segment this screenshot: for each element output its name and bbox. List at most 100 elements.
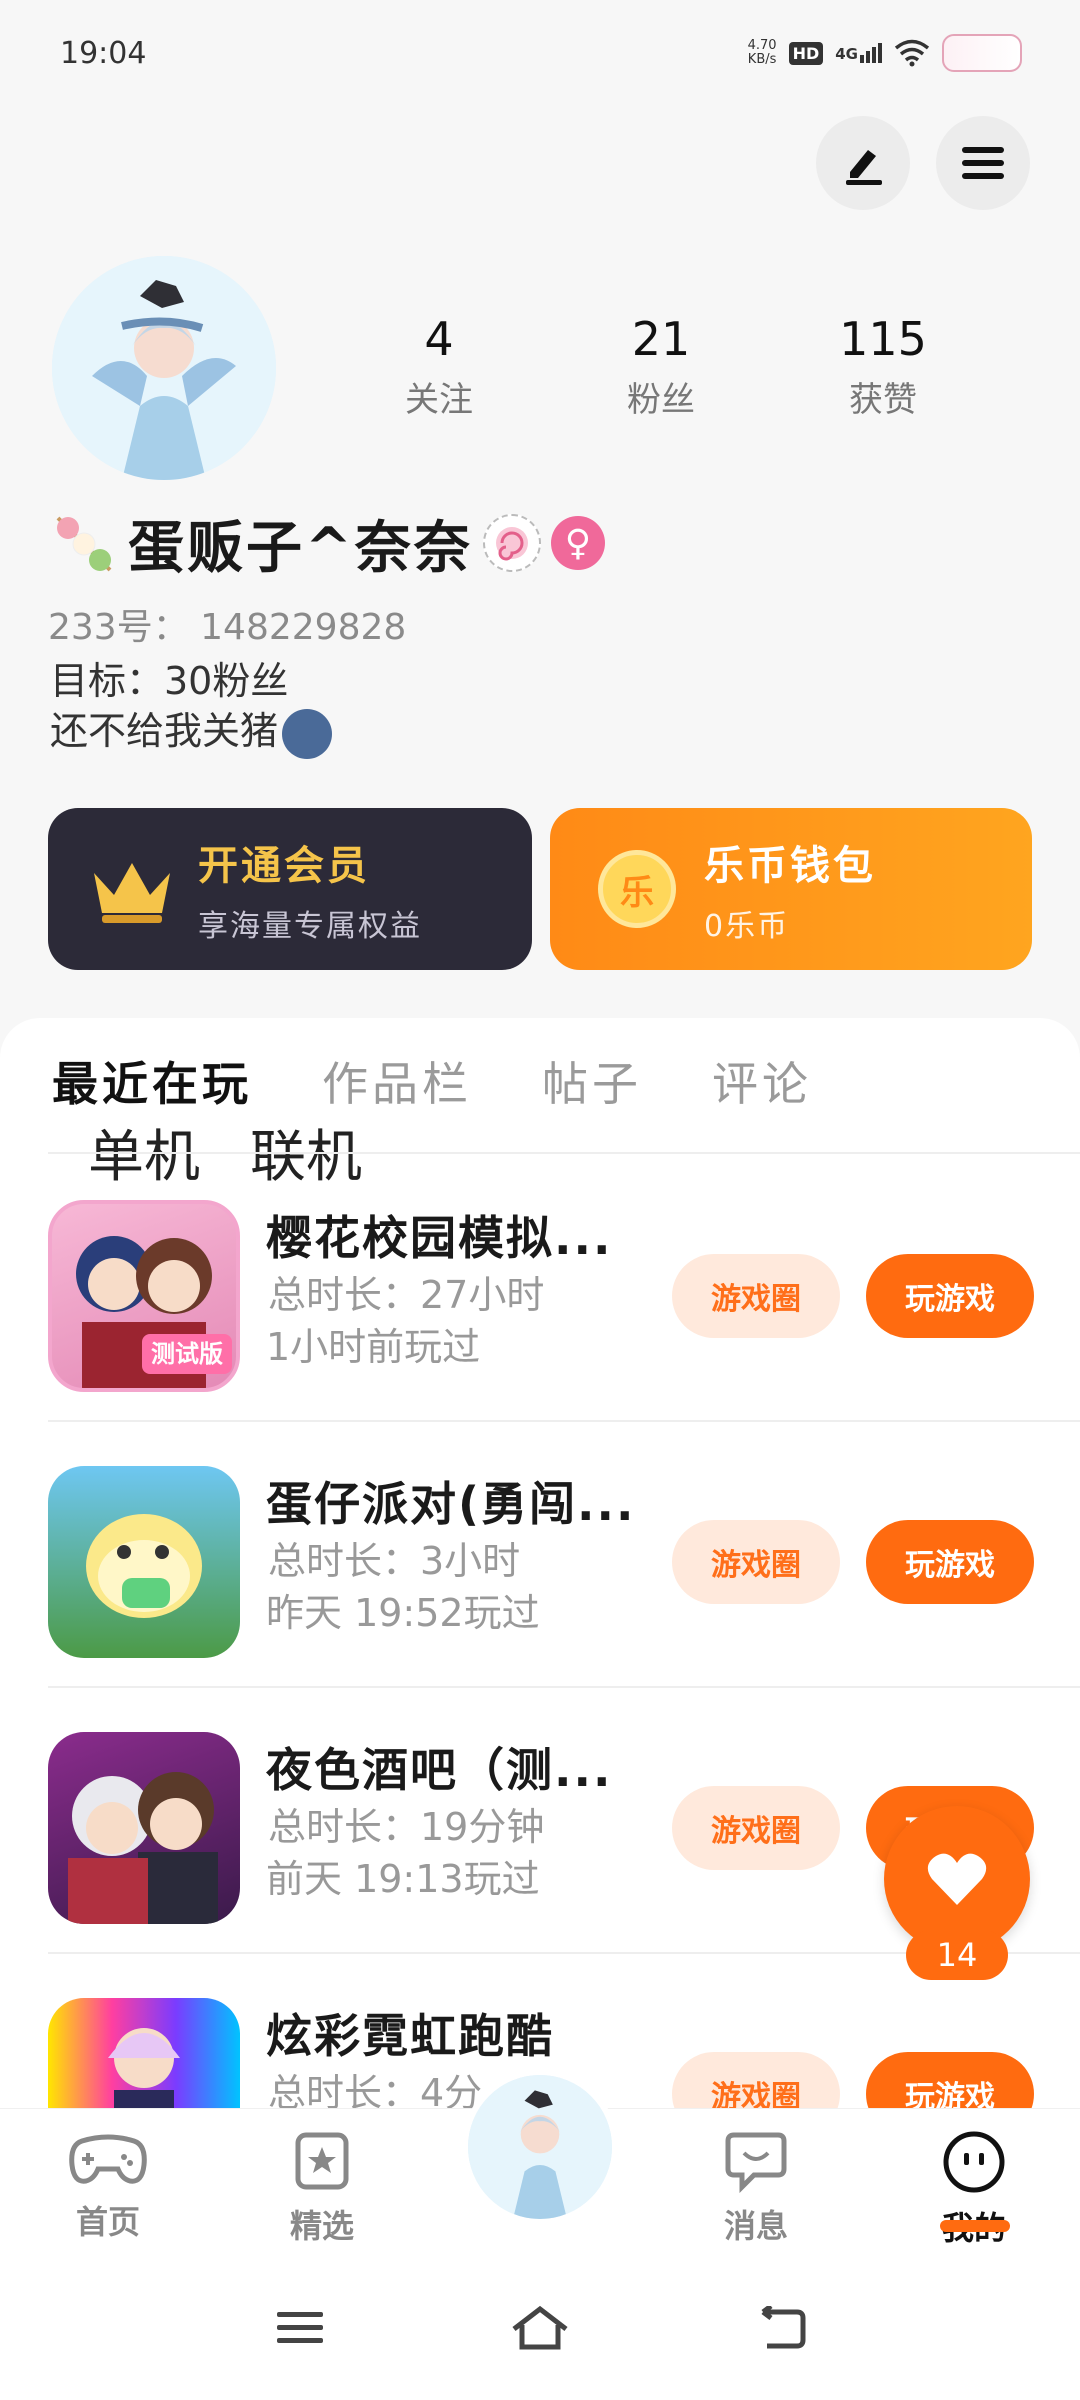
stat-likes[interactable]: 115 获赞 xyxy=(808,312,958,421)
game-row[interactable]: 测试版 樱花校园模拟... 总时长：27小时 1小时前玩过 游戏圈 玩游戏 xyxy=(0,1156,1080,1422)
name-row: 蛋贩子^奈奈 ♀ xyxy=(48,508,605,581)
nav-featured-label: 精选 xyxy=(289,2207,354,2245)
tab-posts[interactable]: 帖子 xyxy=(542,1048,642,1114)
tab-comments[interactable]: 评论 xyxy=(712,1048,812,1114)
female-icon: ♀ xyxy=(550,516,605,570)
nav-messages[interactable]: 消息 xyxy=(696,2129,816,2247)
stat-followers-label: 粉丝 xyxy=(627,380,695,420)
game-icon-eggy xyxy=(48,1466,240,1658)
game-circle-button[interactable]: 游戏圈 xyxy=(672,1520,840,1604)
home-icon xyxy=(512,2305,568,2350)
edit-profile-button[interactable] xyxy=(816,116,910,210)
bio-line-2: 还不给我关猪 xyxy=(50,709,279,753)
avatar[interactable] xyxy=(52,256,276,480)
stat-followers-count: 21 xyxy=(631,312,691,366)
status-bar: 19:04 4.70 KB/s HD 4G xyxy=(0,0,1080,110)
game-icon-neon xyxy=(48,1998,240,2108)
recent-apps-button[interactable] xyxy=(270,2298,330,2358)
face-icon xyxy=(943,2131,1005,2193)
game-row[interactable]: 蛋仔派对(勇闯... 总时长：3小时 昨天 19:52玩过 游戏圈 玩游戏 xyxy=(0,1422,1080,1688)
menu-icon xyxy=(962,147,1004,179)
battery-icon xyxy=(942,34,1022,72)
crown-icon xyxy=(94,863,170,923)
gamepad-icon xyxy=(69,2134,147,2184)
wallet-balance: 0乐币 xyxy=(704,909,790,944)
back-icon xyxy=(761,2306,806,2349)
nav-center-avatar[interactable] xyxy=(462,2069,618,2225)
game-duration: 总时长：3小时 xyxy=(268,1539,521,1583)
nav-home-label: 首页 xyxy=(75,2203,140,2241)
avatar-mini xyxy=(468,2075,612,2219)
net-speed-unit: KB/s xyxy=(747,52,777,67)
menu-button[interactable] xyxy=(936,116,1030,210)
game-duration: 总时长：4分 xyxy=(268,2071,483,2108)
game-last-played: 1小时前玩过 xyxy=(266,1325,481,1369)
stat-following-label: 关注 xyxy=(405,380,473,420)
coin-icon: 乐 xyxy=(598,850,676,928)
wifi-icon xyxy=(894,39,930,67)
net-speed: 4.70 KB/s xyxy=(748,39,777,67)
game-icon-bar xyxy=(48,1732,240,1924)
tab-works[interactable]: 作品栏 xyxy=(322,1048,472,1114)
vip-card[interactable]: 开通会员 享海量专属权益 xyxy=(48,808,532,970)
nav-home[interactable]: 首页 xyxy=(48,2129,168,2243)
status-time: 19:04 xyxy=(60,36,147,71)
vip-title: 开通会员 xyxy=(198,843,370,889)
game-duration: 总时长：27小时 xyxy=(268,1273,545,1317)
game-circle-button[interactable]: 游戏圈 xyxy=(672,1254,840,1338)
tab-recent[interactable]: 最近在玩 xyxy=(52,1048,252,1114)
game-title: 炫彩霓虹跑酷 xyxy=(266,2009,554,2063)
net-speed-value: 4.70 xyxy=(747,38,777,53)
stat-likes-count: 115 xyxy=(839,312,927,366)
play-game-button[interactable]: 玩游戏 xyxy=(866,1254,1034,1338)
hd-badge: HD xyxy=(788,41,824,65)
game-title: 蛋仔派对(勇闯... xyxy=(266,1477,636,1531)
signal-icon: 4G xyxy=(835,43,882,63)
game-last-played: 前天 19:13玩过 xyxy=(266,1857,540,1901)
wallet-title: 乐币钱包 xyxy=(704,843,876,889)
play-game-button[interactable]: 玩游戏 xyxy=(866,2052,1034,2108)
home-button[interactable] xyxy=(510,2298,570,2358)
heart-icon xyxy=(927,1853,987,1905)
game-icon-sakura: 测试版 xyxy=(48,1200,240,1392)
play-game-button[interactable]: 玩游戏 xyxy=(866,1520,1034,1604)
avatar-illustration xyxy=(52,256,276,480)
back-button[interactable] xyxy=(752,2298,812,2358)
lollipop-badge-icon xyxy=(482,514,541,572)
star-icon xyxy=(295,2132,349,2190)
moon-face-icon xyxy=(282,708,333,759)
test-badge: 测试版 xyxy=(151,1340,223,1368)
system-nav-bar xyxy=(0,2258,1080,2400)
stat-followers[interactable]: 21 粉丝 xyxy=(586,312,736,421)
wallet-text: 乐币钱包 0乐币 xyxy=(704,833,876,945)
bio-line-1: 目标：30粉丝 xyxy=(50,659,289,703)
wallet-card[interactable]: 乐 乐币钱包 0乐币 xyxy=(550,808,1032,970)
stat-likes-label: 获赞 xyxy=(849,380,917,420)
game-duration: 总时长：19分钟 xyxy=(268,1805,545,1849)
stat-following[interactable]: 4 关注 xyxy=(364,312,514,421)
user-id: 233号： 148229828 xyxy=(48,607,407,648)
profile-name: 蛋贩子^奈奈 xyxy=(128,515,473,581)
dango-icon xyxy=(56,516,112,572)
game-last-played: 昨天 19:52玩过 xyxy=(266,1591,540,1635)
network-type: 4G xyxy=(835,45,858,63)
nav-featured[interactable]: 精选 xyxy=(262,2129,382,2247)
stat-following-count: 4 xyxy=(424,312,454,366)
profile-tabs: 最近在玩 作品栏 帖子 评论 xyxy=(52,1048,882,1114)
recents-icon xyxy=(277,2312,323,2343)
vip-subtitle: 享海量专属权益 xyxy=(198,909,422,944)
chat-icon xyxy=(725,2132,787,2194)
like-count-badge: 14 xyxy=(906,1930,1008,1980)
game-title: 夜色酒吧（测... xyxy=(266,1743,613,1797)
game-title: 樱花校园模拟... xyxy=(266,1211,613,1265)
active-tab-indicator xyxy=(940,2220,1010,2232)
bio-line-2-wrap: 还不给我关猪 xyxy=(50,706,333,759)
bio: 目标：30粉丝 还不给我关猪 xyxy=(50,656,333,759)
bottom-nav: 首页 精选 消息 我的 xyxy=(0,2069,1080,2258)
status-icons: 4.70 KB/s HD 4G xyxy=(748,34,1022,72)
game-circle-button[interactable]: 游戏圈 xyxy=(672,1786,840,1870)
vip-text: 开通会员 享海量专属权益 xyxy=(198,833,422,945)
divider xyxy=(48,1152,1080,1154)
nav-messages-label: 消息 xyxy=(723,2207,788,2245)
game-circle-button[interactable]: 游戏圈 xyxy=(672,2052,840,2108)
